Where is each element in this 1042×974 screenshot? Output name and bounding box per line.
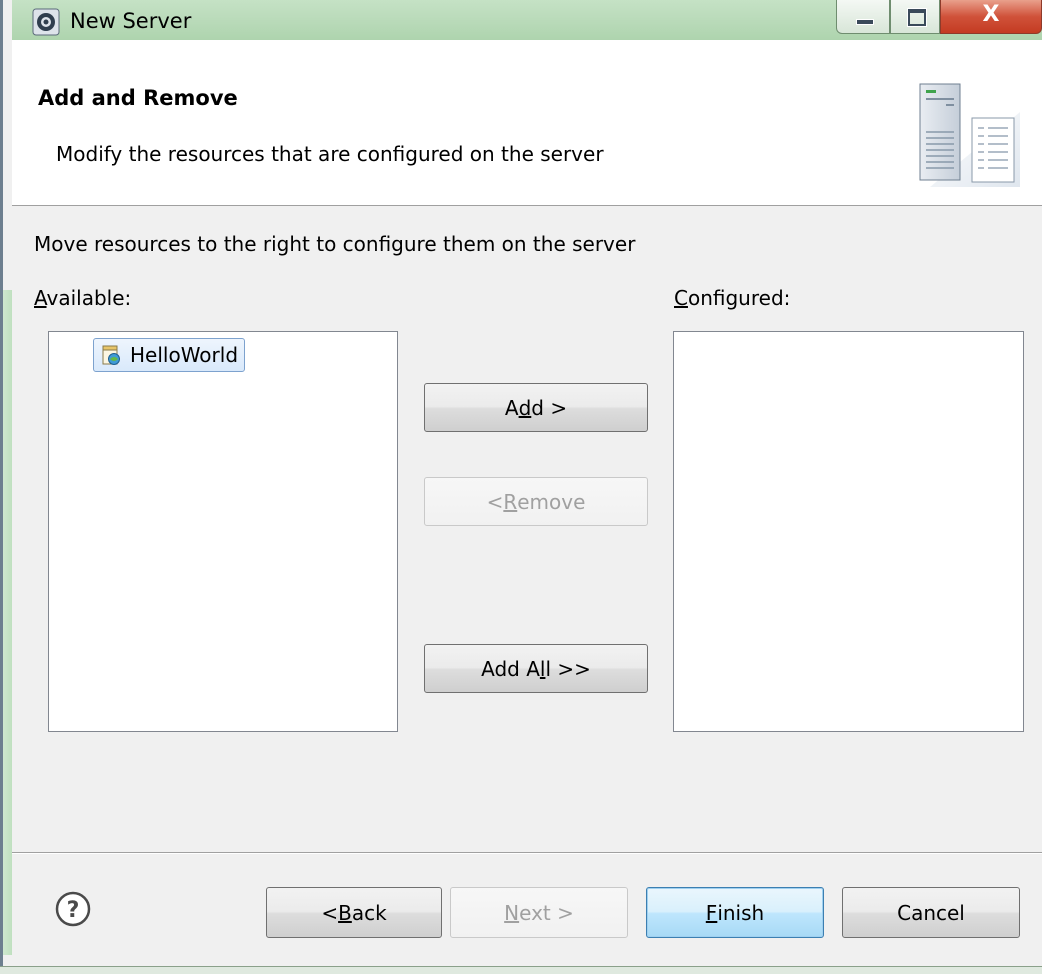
window-title: New Server [70,9,192,33]
new-server-dialog: New Server X Add and Remove Modify the r… [0,0,1042,974]
instruction-text: Move resources to the right to configure… [34,232,636,256]
available-label: Available: [34,286,132,310]
remove-button[interactable]: < Remove [424,477,648,526]
finish-button[interactable]: Finish [646,887,824,938]
project-icon [102,345,120,365]
configured-list[interactable] [673,331,1024,732]
footer-separator [12,852,1042,854]
maximize-icon [907,8,927,27]
next-button[interactable]: Next > [450,887,628,938]
back-button[interactable]: < Back [266,887,442,938]
close-icon: X [982,2,1000,27]
page-description: Modify the resources that are configured… [56,142,604,166]
minimize-icon [856,19,874,25]
frame-fill-top [3,0,12,290]
add-button[interactable]: Add > [424,383,648,432]
page-title: Add and Remove [38,86,238,110]
wizard-header: Add and Remove Modify the resources that… [12,40,1042,206]
server-banner-icon [919,83,1020,187]
list-item-label: HelloWorld [130,343,239,367]
svg-text:?: ? [67,898,80,923]
help-icon[interactable]: ? [54,890,92,928]
minimize-button[interactable] [836,0,890,34]
eclipse-app-icon [32,8,60,36]
available-list[interactable]: HelloWorld [48,331,398,732]
add-all-button[interactable]: Add All >> [424,644,648,693]
configured-label: Configured: [674,286,791,310]
cancel-button[interactable]: Cancel [842,887,1020,938]
title-bar[interactable]: New Server X [12,0,1042,40]
close-button[interactable]: X [940,0,1042,34]
window-controls: X [836,0,1042,36]
list-item-helloworld[interactable]: HelloWorld [93,338,246,372]
maximize-button[interactable] [890,0,940,34]
